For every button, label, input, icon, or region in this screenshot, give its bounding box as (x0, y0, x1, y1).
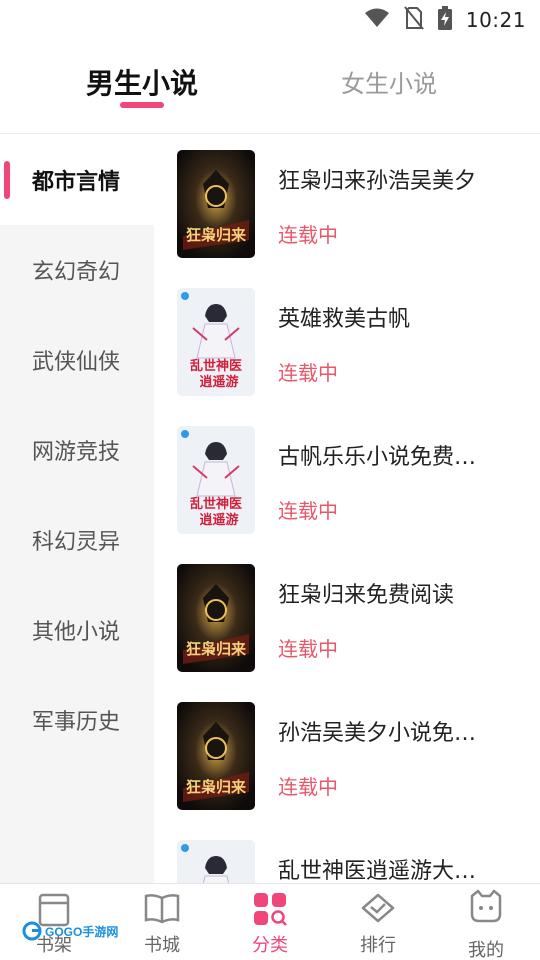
svg-text:乱世神医: 乱世神医 (190, 496, 242, 512)
sidebar-item-label: 其他小说 (32, 620, 121, 645)
list-item[interactable]: 乱世神医逍遥游大… (154, 825, 540, 883)
serial-status: 连载中 (278, 637, 338, 661)
sidebar-item-fantasy[interactable]: 玄幻奇幻 (0, 225, 154, 315)
cover-title: 狂枭归来 (186, 778, 247, 796)
list-item[interactable]: 狂枭归来 孙浩吴美夕小说免… 连载中 (154, 687, 540, 825)
book-list: 狂枭归来 狂枭归来孙浩吴美夕 连载中 乱世神医 逍遥游 英雄救美古帆 连载中 乱… (154, 135, 540, 883)
list-item[interactable]: 乱世神医 逍遥游 古帆乐乐小说免费… 连载中 (154, 411, 540, 549)
ranking-diamond-icon (360, 892, 396, 928)
serial-status: 连载中 (278, 361, 338, 385)
active-category-marker (4, 161, 10, 199)
sidebar-item-label: 武侠仙侠 (32, 350, 121, 375)
cover-title: 狂枭归来 (186, 226, 247, 244)
book-cover[interactable] (177, 840, 255, 883)
book-cover[interactable]: 乱世神医 逍遥游 (177, 426, 255, 534)
nav-label: 分类 (252, 935, 288, 956)
profile-face-icon (468, 888, 504, 928)
sidebar-item-label: 网游竞技 (32, 440, 121, 465)
sidebar-item-urban-romance[interactable]: 都市言情 (0, 135, 154, 225)
no-sim-icon (404, 6, 424, 34)
book-cover[interactable]: 狂枭归来 (177, 564, 255, 672)
sidebar-item-label: 玄幻奇幻 (32, 260, 121, 285)
svg-text:乱世神医: 乱世神医 (190, 358, 242, 374)
tab-female-novels[interactable]: 女生小说 (341, 64, 437, 99)
nav-label: 我的 (468, 940, 504, 960)
cover-title: 狂枭归来 (186, 640, 247, 658)
sidebar-item-military[interactable]: 军事历史 (0, 675, 154, 765)
tab-male-novels[interactable]: 男生小说 (86, 62, 198, 102)
active-tab-indicator (120, 102, 164, 108)
watermark-text: GOGO手游网 (45, 924, 119, 939)
nav-profile[interactable]: 我的 (432, 884, 540, 960)
book-title: 狂枭归来孙浩吴美夕 (278, 169, 477, 194)
book-title: 乱世神医逍遥游大… (278, 859, 477, 883)
gogo-logo-icon (22, 921, 42, 941)
category-grid-icon (253, 892, 287, 930)
sidebar-item-scifi[interactable]: 科幻灵异 (0, 495, 154, 585)
sidebar-item-label: 科幻灵异 (32, 530, 121, 555)
book-title: 狂枭归来免费阅读 (278, 583, 455, 608)
gender-tabs: 男生小说 女生小说 (0, 36, 540, 134)
clock-time: 10:21 (465, 8, 526, 32)
nav-bookstore[interactable]: 书城 (108, 884, 216, 960)
nav-category[interactable]: 分类 (216, 884, 324, 960)
sidebar-item-gaming[interactable]: 网游竞技 (0, 405, 154, 495)
sidebar-item-label: 军事历史 (32, 710, 121, 735)
book-title: 孙浩吴美夕小说免… (278, 721, 477, 746)
sidebar-item-other[interactable]: 其他小说 (0, 585, 154, 675)
serial-status: 连载中 (278, 499, 338, 523)
book-cover[interactable]: 狂枭归来 (177, 702, 255, 810)
book-cover[interactable]: 乱世神医 逍遥游 (177, 288, 255, 396)
book-title: 英雄救美古帆 (278, 307, 411, 332)
sidebar-item-label: 都市言情 (32, 170, 121, 195)
serial-status: 连载中 (278, 775, 338, 799)
svg-text:逍遥游: 逍遥游 (199, 374, 238, 390)
status-bar: 10:21 (0, 0, 540, 36)
open-book-icon (144, 892, 180, 928)
nav-label: 排行 (360, 935, 396, 956)
list-item[interactable]: 乱世神医 逍遥游 英雄救美古帆 连载中 (154, 273, 540, 411)
sidebar-item-wuxia[interactable]: 武侠仙侠 (0, 315, 154, 405)
nav-label: 书城 (144, 935, 180, 956)
battery-charging-icon (437, 6, 452, 34)
list-item[interactable]: 狂枭归来 狂枭归来孙浩吴美夕 连载中 (154, 135, 540, 273)
book-cover[interactable]: 狂枭归来 (177, 150, 255, 258)
category-sidebar: 都市言情 玄幻奇幻 武侠仙侠 网游竞技 科幻灵异 其他小说 军事历史 (0, 135, 154, 883)
wifi-icon (364, 7, 390, 33)
svg-text:逍遥游: 逍遥游 (199, 512, 238, 528)
serial-status: 连载中 (278, 223, 338, 247)
list-item[interactable]: 狂枭归来 狂枭归来免费阅读 连载中 (154, 549, 540, 687)
watermark-logo: GOGO手游网 (22, 921, 118, 941)
book-title: 古帆乐乐小说免费… (278, 445, 477, 470)
nav-ranking[interactable]: 排行 (324, 884, 432, 960)
